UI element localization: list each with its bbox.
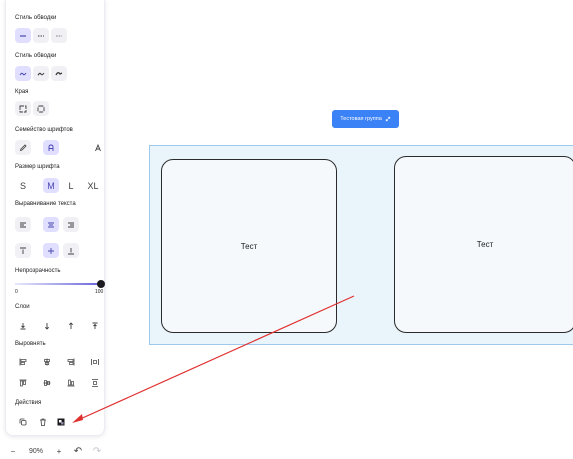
font-size-xl-button[interactable]: XL xyxy=(85,178,101,193)
valign-top-icon xyxy=(20,247,26,254)
arrow-down-icon xyxy=(44,322,50,330)
opacity-max-label: 100 xyxy=(95,289,104,295)
distribute-v-icon xyxy=(92,378,98,387)
send-to-back-icon xyxy=(20,322,26,329)
align-left-icon xyxy=(20,222,26,227)
group-name-label: Тестовая группа xyxy=(340,116,382,122)
zoom-in-button[interactable]: + xyxy=(51,447,67,456)
redo-button[interactable]: ↷ xyxy=(89,446,105,457)
distribute-h-icon xyxy=(91,358,99,365)
pencil-icon xyxy=(19,143,27,151)
align-bottom-button[interactable] xyxy=(63,375,79,390)
stroke-dotted-button[interactable] xyxy=(51,28,67,43)
group-frame[interactable]: Тест Тест xyxy=(149,145,573,345)
group-button[interactable] xyxy=(53,414,69,429)
wave-rough-icon xyxy=(37,72,45,76)
align-bottom-edges-icon xyxy=(67,379,75,386)
copy-icon xyxy=(19,418,27,425)
bring-forward-button[interactable] xyxy=(63,318,79,333)
vertical-align-top-button[interactable] xyxy=(15,243,31,258)
bring-to-front-icon xyxy=(92,322,98,329)
sloppiness-cartoonist-button[interactable] xyxy=(51,66,67,81)
text-align-right-button[interactable] xyxy=(63,217,79,232)
align-center-v-icon xyxy=(43,379,51,386)
vertical-align-middle-button[interactable] xyxy=(43,243,59,258)
font-normal-button[interactable] xyxy=(43,140,59,155)
opacity-title: Непрозрачность xyxy=(15,268,61,274)
zoom-level[interactable]: 90% xyxy=(21,448,51,455)
align-right-icon xyxy=(68,222,74,227)
align-center-horizontal-button[interactable] xyxy=(39,354,55,369)
align-top-edges-icon xyxy=(19,379,27,386)
arrow-up-icon xyxy=(68,321,74,329)
font-code-icon xyxy=(95,143,101,151)
align-center-icon xyxy=(48,222,54,227)
opacity-slider-thumb[interactable] xyxy=(97,280,105,288)
properties-panel: Стиль обводки Стиль обводки Края Семейст… xyxy=(5,0,105,436)
edges-round-button[interactable] xyxy=(33,101,49,116)
distribute-horizontal-button[interactable] xyxy=(87,354,103,369)
font-size-s-button[interactable]: S xyxy=(15,178,31,193)
font-a-icon xyxy=(48,144,54,151)
send-backward-button[interactable] xyxy=(39,318,55,333)
wave-smooth-icon xyxy=(19,72,27,75)
group-icon xyxy=(57,418,65,425)
line-dotted-icon xyxy=(56,35,62,36)
font-hand-drawn-button[interactable] xyxy=(15,140,31,155)
edges-sharp-button[interactable] xyxy=(15,101,31,116)
corner-round-icon xyxy=(37,105,45,112)
delete-button[interactable] xyxy=(35,414,51,429)
valign-bottom-icon xyxy=(68,247,74,254)
sloppiness-architect-button[interactable] xyxy=(15,66,31,81)
zoom-out-button[interactable]: − xyxy=(5,447,21,456)
layers-title: Слои xyxy=(15,304,30,310)
opacity-slider-fill xyxy=(15,283,101,285)
font-size-m-button[interactable]: M xyxy=(43,178,59,193)
distribute-vertical-button[interactable] xyxy=(87,375,103,390)
bring-to-front-button[interactable] xyxy=(87,318,103,333)
align-top-button[interactable] xyxy=(15,375,31,390)
card-left[interactable]: Тест xyxy=(161,159,337,333)
card-right[interactable]: Тест xyxy=(394,156,573,333)
align-left-button[interactable] xyxy=(15,354,31,369)
align-left-edges-icon xyxy=(19,358,27,365)
group-name-badge[interactable]: Тестовая группа xyxy=(332,110,399,128)
font-size-l-button[interactable]: L xyxy=(63,178,79,193)
send-to-back-button[interactable] xyxy=(15,318,31,333)
card-right-text: Тест xyxy=(476,240,494,249)
align-center-h-icon xyxy=(44,358,50,365)
sloppiness-artist-button[interactable] xyxy=(33,66,49,81)
stroke-dashed-button[interactable] xyxy=(33,28,49,43)
trash-icon xyxy=(40,418,46,426)
align-title: Выровнять xyxy=(15,341,46,347)
card-left-text: Тест xyxy=(240,241,258,251)
duplicate-button[interactable] xyxy=(15,414,31,429)
zoom-bar: − 90% + ↶ ↷ xyxy=(5,443,117,459)
corner-sharp-icon xyxy=(19,105,27,112)
opacity-min-label: 0 xyxy=(15,289,18,295)
sloppiness-title: Стиль обводки xyxy=(15,53,57,59)
edges-title: Края xyxy=(15,89,29,95)
expand-icon xyxy=(385,116,390,122)
font-family-title: Семейство шрифтов xyxy=(15,127,73,133)
text-align-left-button[interactable] xyxy=(15,217,31,232)
text-align-title: Выравнивание текста xyxy=(15,201,76,207)
stroke-style-title: Стиль обводки xyxy=(15,15,57,21)
wave-cartoon-icon xyxy=(55,71,63,75)
align-center-vertical-button[interactable] xyxy=(39,375,55,390)
line-solid-icon xyxy=(20,34,26,37)
valign-middle-icon xyxy=(48,247,54,254)
actions-title: Действия xyxy=(15,400,42,406)
font-size-title: Размер шрифта xyxy=(15,164,60,170)
font-code-button[interactable] xyxy=(90,140,106,155)
line-dashed-icon xyxy=(38,35,44,36)
align-right-edges-icon xyxy=(67,358,75,365)
stroke-solid-button[interactable] xyxy=(15,28,31,43)
vertical-align-bottom-button[interactable] xyxy=(63,243,79,258)
align-right-button[interactable] xyxy=(63,354,79,369)
undo-button[interactable]: ↶ xyxy=(67,446,89,457)
text-align-center-button[interactable] xyxy=(43,217,59,232)
